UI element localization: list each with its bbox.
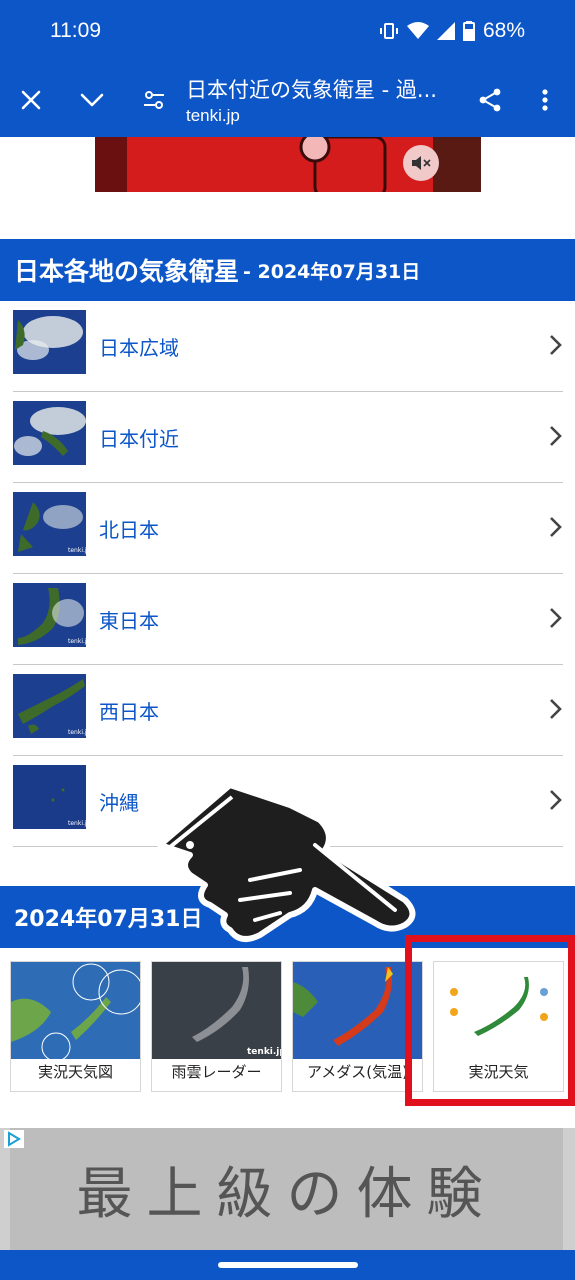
satellite-section-header: 日本各地の気象衛星 - 2024年07月31日 — [0, 239, 575, 301]
section-title: 日本各地の気象衛星 — [14, 257, 240, 286]
amedas-thumbnail — [293, 962, 422, 1059]
ad-banner-top[interactable] — [95, 137, 481, 192]
svg-text:tenki.jp: tenki.jp — [68, 820, 86, 827]
list-item-north-japan[interactable]: tenki.jp 北日本 — [0, 483, 575, 574]
list-item-label: 日本広域 — [99, 336, 179, 360]
share-button[interactable] — [472, 82, 508, 118]
mute-button[interactable] — [403, 145, 439, 181]
chevron-right-icon — [550, 790, 562, 810]
list-item-label: 東日本 — [99, 609, 159, 633]
satellite-thumbnail: tenki.jp — [13, 765, 86, 829]
adchoices-icon[interactable] — [4, 1130, 24, 1148]
signal-icon — [436, 22, 455, 40]
chevron-right-icon — [550, 608, 562, 628]
page-url: tenki.jp — [186, 106, 240, 125]
card-rain-radar[interactable]: tenki.jp 雨雲レーダー — [151, 961, 282, 1092]
card-caption: アメダス(気温) — [307, 1063, 408, 1081]
status-time: 11:09 — [50, 19, 101, 42]
tune-icon — [144, 91, 164, 109]
svg-text:tenki.jp: tenki.jp — [68, 547, 86, 554]
chevron-right-icon — [550, 426, 562, 446]
section-date: - 2024年07月31日 — [243, 260, 421, 283]
more-vert-icon — [542, 89, 548, 111]
ad-text: 最上級の体験 — [76, 1161, 497, 1227]
page-info-button[interactable] — [136, 82, 172, 118]
wifi-icon — [406, 22, 429, 40]
status-bar: 11:09 68% — [0, 0, 575, 64]
status-icons: 68% — [379, 19, 525, 43]
svg-text:tenki.jp: tenki.jp — [68, 638, 86, 645]
card-weather-map[interactable]: 実況天気図 — [10, 961, 141, 1092]
highlight-box — [405, 935, 575, 1106]
vibrate-icon — [379, 21, 399, 41]
satellite-thumbnail: tenki.jp — [13, 583, 86, 647]
satellite-list: 日本広域 日本付近 tenki.jp 北日本 tenki.jp 東日本 tenk… — [0, 301, 575, 847]
satellite-thumbnail: tenki.jp — [13, 674, 86, 738]
list-item-near-japan[interactable]: 日本付近 — [0, 392, 575, 483]
system-navigation-bar — [0, 1250, 575, 1280]
svg-text:tenki.jp: tenki.jp — [68, 729, 86, 736]
list-item-japan-wide[interactable]: 日本広域 — [0, 301, 575, 392]
card-amedas[interactable]: アメダス(気温) — [292, 961, 423, 1092]
list-item-label: 西日本 — [99, 700, 159, 724]
list-item-label: 沖縄 — [99, 791, 139, 815]
card-caption: 雨雲レーダー — [171, 1063, 262, 1081]
svg-text:tenki.jp: tenki.jp — [247, 1047, 281, 1057]
close-icon — [21, 90, 41, 110]
list-item-label: 北日本 — [99, 518, 159, 542]
more-menu-button[interactable] — [527, 82, 563, 118]
ad-banner-bottom[interactable]: 最上級の体験 — [0, 1128, 575, 1250]
share-icon — [479, 88, 501, 112]
chevron-right-icon — [550, 517, 562, 537]
rain-radar-thumbnail: tenki.jp — [152, 962, 281, 1059]
list-item-east-japan[interactable]: tenki.jp 東日本 — [0, 574, 575, 665]
weather-map-thumbnail — [11, 962, 140, 1059]
card-caption: 実況天気図 — [37, 1063, 113, 1081]
battery-percent: 68% — [482, 19, 525, 42]
battery-icon — [462, 21, 475, 41]
satellite-thumbnail — [13, 401, 86, 465]
minimize-button[interactable] — [74, 82, 110, 118]
satellite-thumbnail — [13, 310, 86, 374]
chevron-right-icon — [550, 335, 562, 355]
page-title: 日本付近の気象衛星 - 過... — [186, 78, 437, 102]
satellite-thumbnail: tenki.jp — [13, 492, 86, 556]
chevron-right-icon — [550, 699, 562, 719]
home-gesture-handle[interactable] — [218, 1262, 358, 1268]
ad-illustration — [299, 137, 387, 192]
close-button[interactable] — [13, 82, 49, 118]
list-item-west-japan[interactable]: tenki.jp 西日本 — [0, 665, 575, 756]
list-item-label: 日本付近 — [99, 427, 179, 451]
volume-mute-icon — [412, 156, 431, 170]
pointing-hand-icon — [157, 782, 416, 942]
browser-toolbar: 日本付近の気象衛星 - 過... tenki.jp — [0, 64, 575, 137]
chevron-down-icon — [80, 93, 104, 107]
